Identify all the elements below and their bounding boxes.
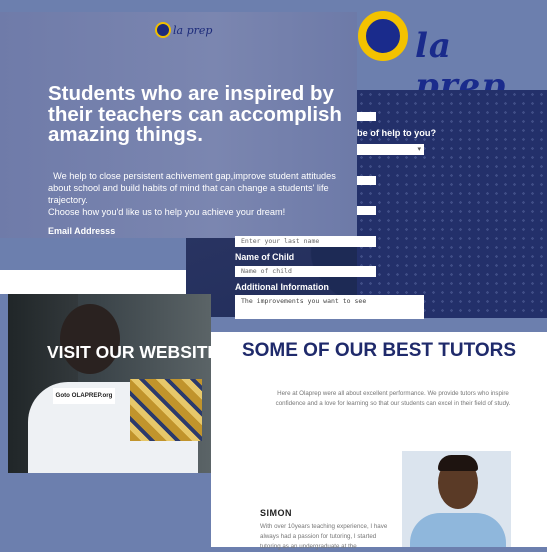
white-strip <box>0 270 186 294</box>
tutors-description: Here at Olaprep were all about excellent… <box>275 390 511 407</box>
child-name-input[interactable]: Name of child <box>235 266 376 277</box>
goto-website-button[interactable]: Goto OLAPREP.org <box>53 388 115 404</box>
person-head <box>60 304 120 374</box>
last-name-input[interactable]: Enter your last name <box>235 236 376 247</box>
big-logo[interactable]: la prep <box>357 0 547 90</box>
tutors-title: SOME OF OUR BEST TUTORS <box>241 340 517 361</box>
patterned-cushion <box>130 379 202 441</box>
hero-subtitle-line1: We help to close persistent achivement g… <box>48 171 336 205</box>
child-name-label: Name of Child <box>235 252 295 262</box>
small-logo[interactable]: la prep <box>155 22 212 38</box>
photo-pattern <box>357 90 547 318</box>
field-edge[interactable] <box>357 112 376 121</box>
field-edge[interactable] <box>357 206 376 215</box>
additional-info-label: Additional Information <box>235 282 329 292</box>
tutor-name: SIMON <box>260 508 293 518</box>
visit-photo <box>8 294 211 473</box>
hero-subtitle: We help to close persistent achivement g… <box>48 170 348 218</box>
hero-title: Students who are inspired by their teach… <box>48 82 342 146</box>
tutor-bio: With over 10years teaching experience, I… <box>260 523 388 550</box>
help-question: be of help to you? <box>357 128 437 138</box>
chevron-down-icon: ▾ <box>417 146 421 153</box>
field-edge[interactable] <box>357 176 376 185</box>
big-logo-text: la prep <box>415 26 507 90</box>
email-label: Email Addresss <box>48 226 116 236</box>
tutor-photo <box>402 451 511 547</box>
logo-o-icon <box>358 11 408 61</box>
hero-subtitle-line2: Choose how you'd like us to help you ach… <box>48 207 286 217</box>
logo-ring-icon <box>155 22 171 38</box>
help-select[interactable]: ▾ <box>357 144 424 155</box>
tutor-shirt <box>410 513 506 547</box>
small-logo-text: la prep <box>173 23 213 37</box>
tutor-hair <box>438 455 478 471</box>
additional-info-textarea[interactable]: The improvements you want to see <box>235 295 424 319</box>
